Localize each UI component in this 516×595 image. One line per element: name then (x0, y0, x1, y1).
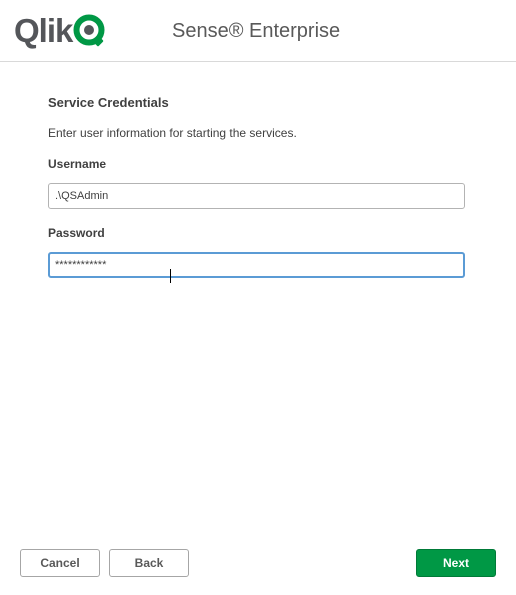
password-input-wrap (48, 252, 466, 283)
credentials-form: Service Credentials Enter user informati… (48, 95, 466, 283)
header: Qlik Sense® Enterprise (0, 0, 516, 62)
back-button[interactable]: Back (109, 549, 189, 577)
section-title: Service Credentials (48, 95, 169, 110)
instruction-text: Enter user information for starting the … (48, 126, 297, 140)
logo-wordmark: Qlik (14, 12, 73, 49)
password-label: Password (48, 226, 105, 240)
qlik-logo: Qlik (14, 14, 107, 48)
text-caret (170, 269, 171, 283)
footer: Cancel Back Next (0, 549, 516, 577)
username-label: Username (48, 157, 107, 171)
cancel-button[interactable]: Cancel (20, 549, 100, 577)
qlik-q-logo-icon (73, 14, 107, 48)
username-input[interactable] (48, 183, 465, 209)
next-button[interactable]: Next (416, 549, 496, 577)
password-input[interactable] (48, 252, 465, 278)
installer-window: Qlik Sense® Enterprise Service Credentia… (0, 0, 516, 595)
product-title: Sense® Enterprise (172, 20, 341, 42)
